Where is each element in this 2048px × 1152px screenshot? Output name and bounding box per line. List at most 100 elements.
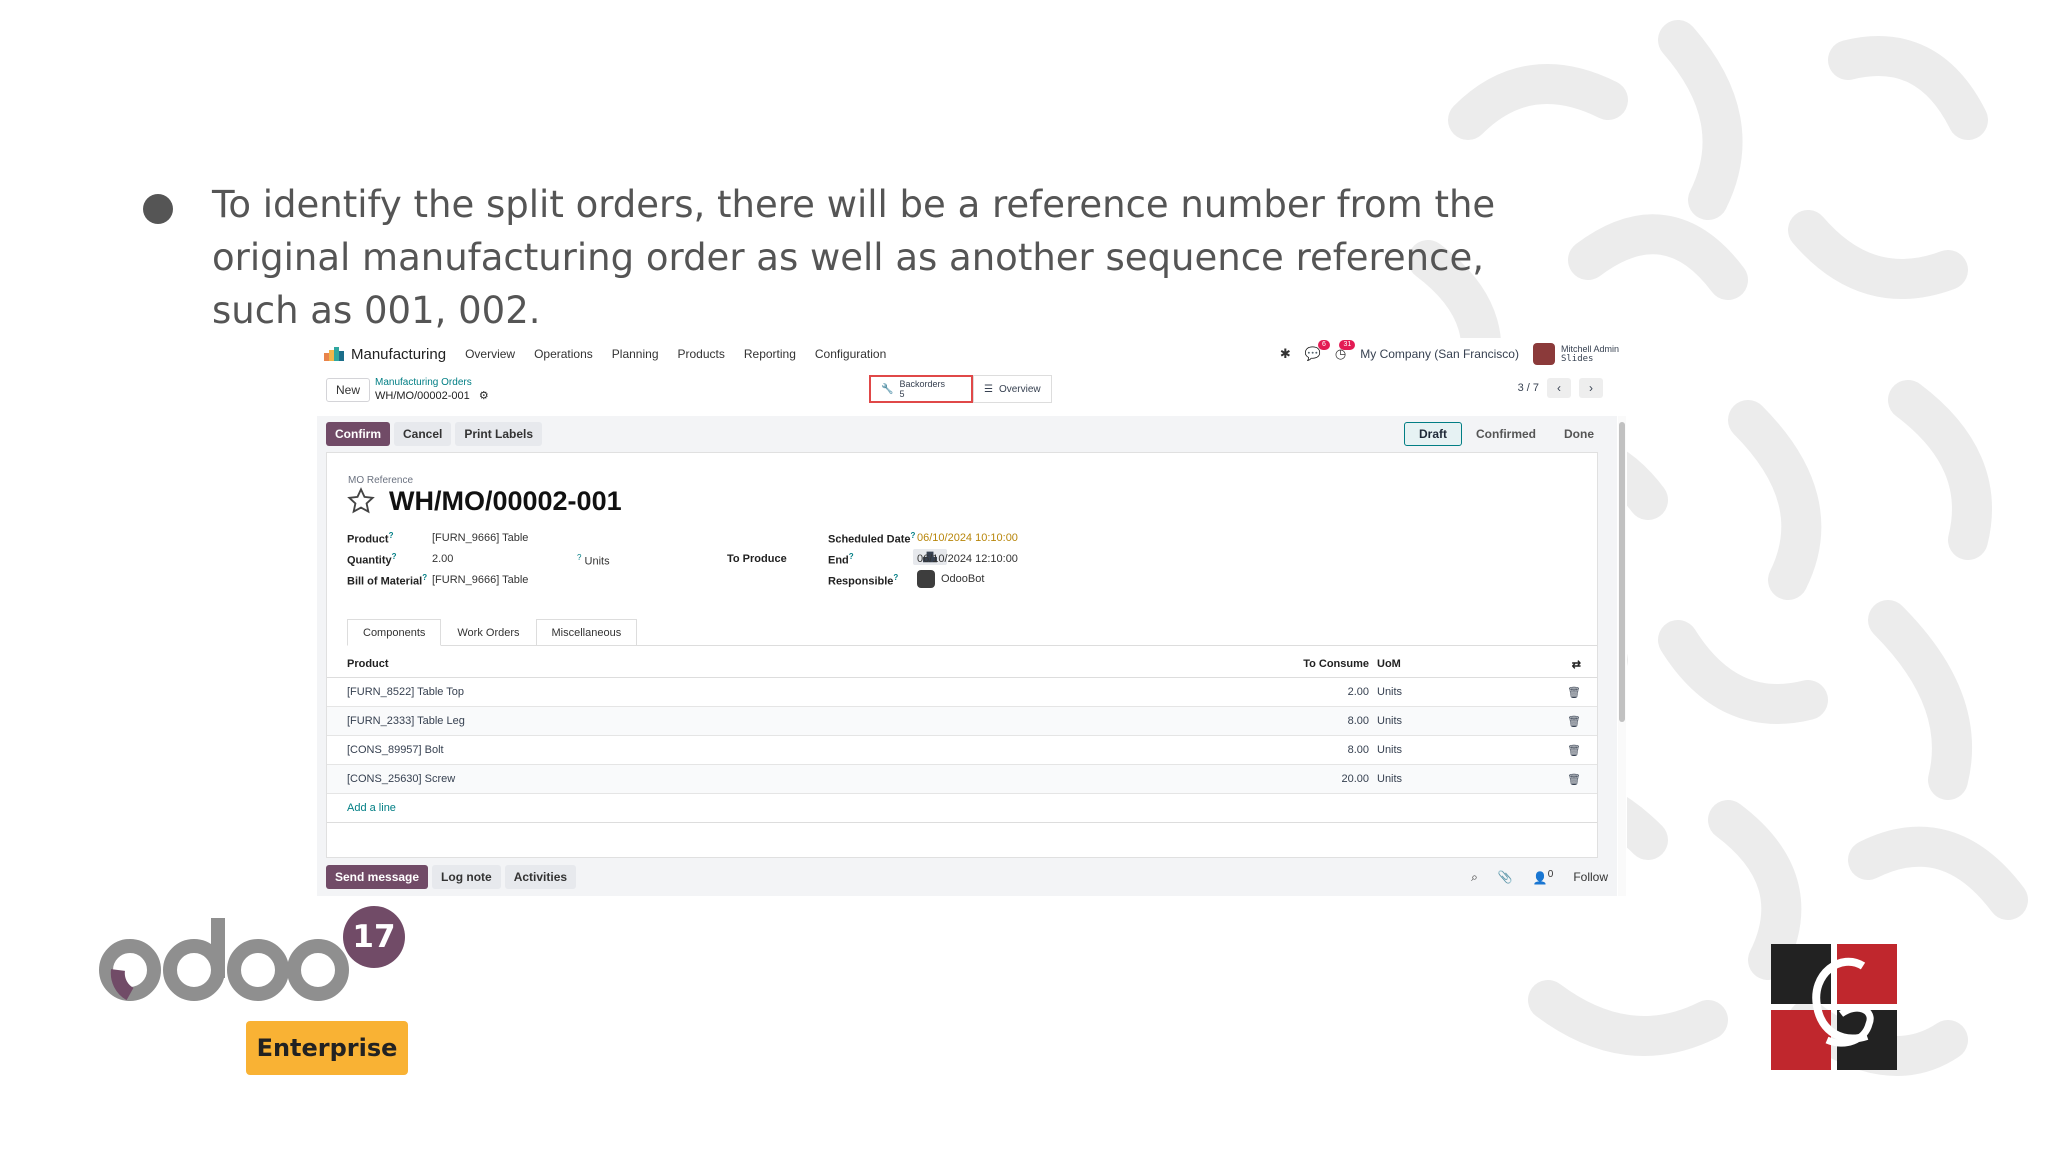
pager-prev-icon[interactable]: ‹ — [1547, 378, 1571, 398]
backorders-label: Backorders — [899, 379, 945, 389]
activity-clock-icon[interactable]: ◷ 31 — [1335, 340, 1356, 362]
cancel-button[interactable]: Cancel — [394, 422, 452, 446]
table-row[interactable]: [FURN_8522] Table Top 2.00 Units 🗑 — [327, 678, 1597, 707]
search-icon[interactable]: ⌕ — [1471, 870, 1478, 885]
product-field[interactable]: [FURN_9666] Table — [432, 532, 528, 544]
log-note-button[interactable]: Log note — [432, 865, 501, 889]
bom-field[interactable]: [FURN_9666] Table — [432, 574, 528, 586]
header-to-consume[interactable]: To Consume — [1303, 658, 1369, 670]
user-menu[interactable]: Mitchell Admin Slides — [1532, 343, 1619, 365]
status-stages: Draft Confirmed Done — [1403, 422, 1608, 446]
row-to-consume: 20.00 — [1341, 773, 1369, 785]
tab-components[interactable]: Components — [347, 619, 442, 646]
trash-icon[interactable]: 🗑 — [1567, 715, 1581, 728]
menu-products[interactable]: Products — [678, 347, 725, 361]
breadcrumb-parent[interactable]: Manufacturing Orders — [375, 377, 472, 388]
table-row[interactable]: [CONS_89957] Bolt 8.00 Units 🗑 — [327, 736, 1597, 765]
form-view: Confirm Cancel Print Labels Draft Confir… — [317, 416, 1617, 896]
gear-icon[interactable]: ⚙ — [479, 390, 489, 402]
row-to-consume: 8.00 — [1347, 744, 1369, 756]
responsible-field[interactable]: OdooBot — [917, 570, 984, 588]
row-uom: Units — [1377, 686, 1403, 698]
chat-icon[interactable]: 💬 6 — [1305, 340, 1330, 362]
product-label: Product? — [347, 531, 394, 546]
pager-value[interactable]: 3 / 7 — [1518, 382, 1539, 394]
systray: ✱ 💬 6 ◷ 31 My Company (San Francisco) Mitc… — [1280, 338, 1619, 370]
follow-button[interactable]: Follow — [1573, 870, 1608, 884]
scrollbar[interactable] — [1618, 416, 1626, 896]
enterprise-label: Enterprise — [246, 1021, 408, 1075]
trash-icon[interactable]: 🗑 — [1567, 686, 1581, 699]
confirm-button[interactable]: Confirm — [326, 422, 390, 446]
odoobot-avatar — [917, 570, 935, 588]
menu-configuration[interactable]: Configuration — [815, 347, 886, 361]
mo-reference-label: MO Reference — [348, 475, 414, 486]
company-switcher[interactable]: My Company (San Francisco) — [1360, 347, 1519, 361]
end-date-label: End? — [828, 552, 854, 567]
main-menu: Overview Operations Planning Products Re… — [465, 347, 886, 361]
new-button[interactable]: New — [326, 378, 370, 402]
bug-icon[interactable]: ✱ — [1280, 346, 1291, 362]
stage-done[interactable]: Done — [1550, 422, 1608, 446]
send-message-button[interactable]: Send message — [326, 865, 429, 889]
trash-icon[interactable]: 🗑 — [1567, 773, 1581, 786]
smart-buttons: 🔧 Backorders 5 ☰ Overview — [869, 375, 1052, 403]
menu-operations[interactable]: Operations — [534, 347, 593, 361]
scheduled-date-field[interactable]: 06/10/2024 10:10:00 — [917, 532, 1018, 544]
mo-title: WH/MO/00002-001 — [389, 486, 622, 516]
pager-next-icon[interactable]: › — [1579, 378, 1603, 398]
scrollbar-thumb[interactable] — [1619, 422, 1625, 722]
responsible-label: Responsible? — [828, 573, 899, 588]
form-sheet: MO Reference WH/MO/00002-001 Product? [F… — [326, 452, 1598, 858]
slide-bullet-text: To identify the split orders, there will… — [212, 183, 1496, 332]
app-name[interactable]: Manufacturing — [351, 346, 446, 363]
control-panel: New Manufacturing Orders WH/MO/00002-001… — [317, 374, 1627, 414]
end-date-field[interactable]: 06/10/2024 12:10:00 — [917, 553, 1018, 565]
chatter-bar: Send message Log note Activities ⌕ 📎 👤0 … — [326, 864, 1608, 890]
menu-planning[interactable]: Planning — [612, 347, 659, 361]
quantity-label: Quantity? — [347, 552, 397, 567]
wrench-icon: 🔧 — [881, 383, 894, 395]
table-row[interactable]: [FURN_2333] Table Leg 8.00 Units 🗑 — [327, 707, 1597, 736]
row-uom: Units — [1377, 744, 1403, 756]
activities-button[interactable]: Activities — [504, 865, 577, 889]
tab-miscellaneous[interactable]: Miscellaneous — [535, 619, 638, 646]
trash-icon[interactable]: 🗑 — [1567, 744, 1581, 757]
star-icon[interactable] — [347, 487, 375, 515]
paperclip-icon[interactable]: 📎 — [1498, 870, 1513, 884]
row-product: [FURN_2333] Table Leg — [347, 715, 465, 727]
breadcrumb-current-label: WH/MO/00002-001 — [375, 390, 470, 402]
stage-confirmed[interactable]: Confirmed — [1462, 422, 1550, 446]
header-product[interactable]: Product — [347, 658, 389, 670]
menu-reporting[interactable]: Reporting — [744, 347, 796, 361]
overview-smart-button[interactable]: ☰ Overview — [973, 375, 1052, 403]
quantity-uom-field[interactable]: ? Units — [577, 553, 610, 568]
add-line-link[interactable]: Add a line — [327, 794, 1597, 823]
odoo-logo — [99, 918, 349, 1001]
row-uom: Units — [1377, 773, 1403, 785]
notebook-tabs: Components Work Orders Miscellaneous — [347, 619, 1597, 646]
row-uom: Units — [1377, 715, 1403, 727]
odoo-screenshot: Manufacturing Overview Operations Planni… — [317, 338, 1627, 900]
backorders-smart-button[interactable]: 🔧 Backorders 5 — [869, 375, 973, 403]
column-settings-icon[interactable]: ⇄ — [1572, 658, 1581, 671]
form-statusbar: Confirm Cancel Print Labels Draft Confir… — [326, 421, 1608, 447]
table-row[interactable]: [CONS_25630] Screw 20.00 Units 🗑 — [327, 765, 1597, 794]
user-avatar — [1532, 343, 1555, 365]
database-name: Slides — [1560, 354, 1594, 364]
row-product: [CONS_89957] Bolt — [347, 744, 444, 756]
to-produce-label: To Produce — [727, 553, 787, 565]
header-uom[interactable]: UoM — [1377, 658, 1401, 670]
menu-overview[interactable]: Overview — [465, 347, 515, 361]
followers-button[interactable]: 👤0 — [1533, 869, 1554, 885]
tab-work-orders[interactable]: Work Orders — [441, 619, 535, 646]
chatter-tools: ⌕ 📎 👤0 Follow — [1471, 864, 1608, 890]
print-labels-button[interactable]: Print Labels — [455, 422, 543, 446]
quantity-field[interactable]: 2.00 — [432, 553, 453, 565]
overview-label: Overview — [998, 383, 1041, 395]
stage-draft[interactable]: Draft — [1403, 422, 1462, 446]
manufacturing-app-icon[interactable] — [324, 347, 344, 361]
breadcrumb-current: WH/MO/00002-001 ⚙ — [375, 389, 489, 402]
chat-badge: 6 — [1318, 340, 1330, 350]
followers-count: 0 — [1547, 869, 1554, 880]
